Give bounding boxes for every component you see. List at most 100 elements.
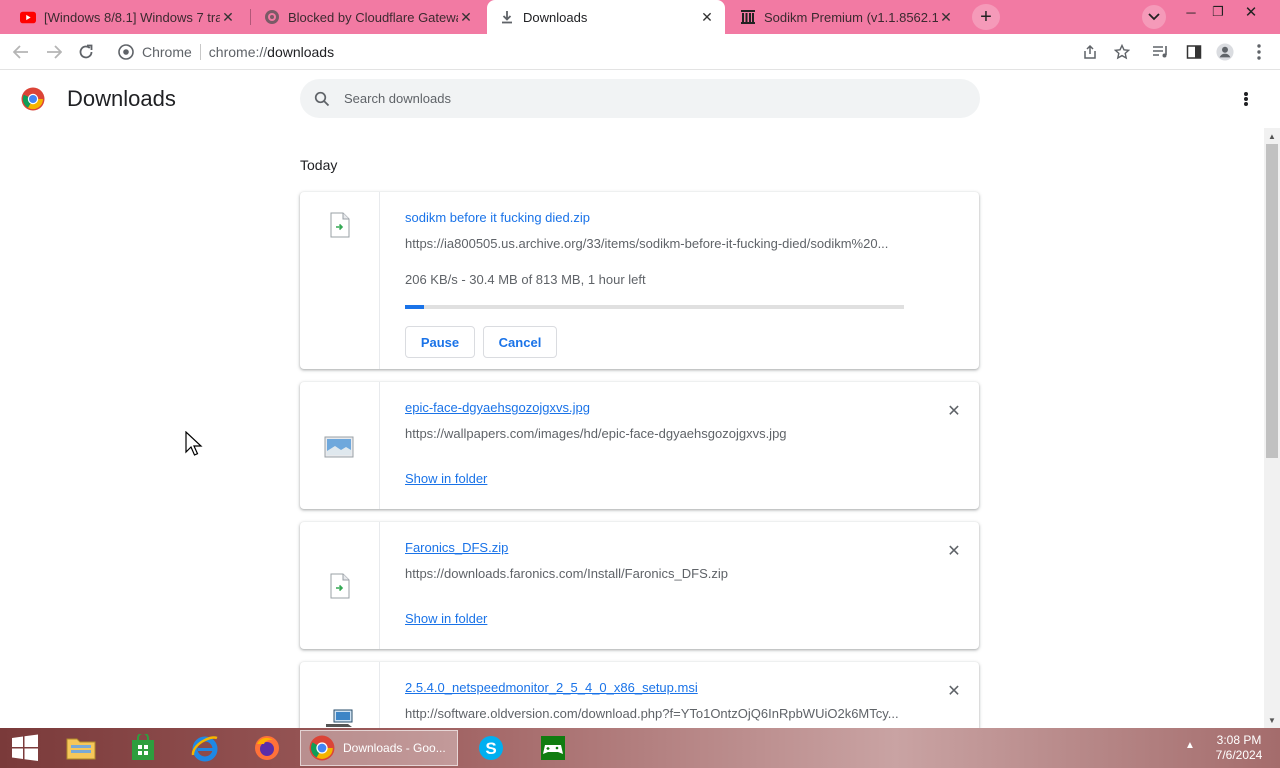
file-name[interactable]: epic-face-dgyaehsgozojgxvs.jpg: [405, 400, 590, 415]
close-icon[interactable]: ✕: [699, 9, 715, 25]
cancel-button[interactable]: Cancel: [483, 326, 557, 358]
search-input[interactable]: [344, 91, 944, 106]
taskbar-clock[interactable]: 3:08 PM 7/6/2024: [1204, 733, 1274, 763]
pause-button[interactable]: Pause: [405, 326, 475, 358]
tab-downloads[interactable]: Downloads ✕: [487, 0, 725, 34]
side-panel-button[interactable]: [1185, 43, 1203, 61]
page-menu-button[interactable]: [1238, 89, 1254, 109]
file-icon-column: [300, 192, 380, 369]
file-name[interactable]: sodikm before it fucking died.zip: [405, 210, 590, 225]
file-icon-column: [300, 662, 380, 728]
remove-from-list-button[interactable]: ✕: [944, 681, 964, 701]
archive-org-icon: [740, 9, 756, 25]
browser-menu-button[interactable]: [1250, 43, 1268, 61]
download-item: 2.5.4.0_netspeedmonitor_2_5_4_0_x86_setu…: [300, 662, 979, 728]
restore-button[interactable]: ❐: [1203, 0, 1233, 24]
taskbar-xbox[interactable]: [530, 730, 576, 766]
close-icon[interactable]: ✕: [458, 9, 474, 25]
search-icon: [314, 91, 330, 106]
tab-title: Sodikm Premium (v1.1.8562.199: [764, 9, 938, 25]
source-url[interactable]: https://ia800505.us.archive.org/33/items…: [405, 236, 888, 251]
new-tab-button[interactable]: +: [972, 4, 1000, 30]
tab-strip: [Windows 8/8.1] Windows 7 tran ✕ Blocked…: [0, 0, 1280, 34]
file-icon-column: [300, 522, 380, 649]
show-in-folder-link[interactable]: Show in folder: [405, 471, 487, 486]
tab-title: [Windows 8/8.1] Windows 7 tran: [44, 9, 220, 25]
remove-from-list-button[interactable]: ✕: [944, 541, 964, 561]
taskbar-store[interactable]: [120, 730, 166, 766]
show-in-folder-link[interactable]: Show in folder: [405, 611, 487, 626]
close-icon: ✕: [947, 683, 961, 700]
download-item: Faronics_DFS.zip https://downloads.faron…: [300, 522, 979, 649]
omnibox-divider: [199, 44, 201, 60]
address-bar[interactable]: Chrome chrome://downloads: [110, 37, 1144, 67]
bookmark-button[interactable]: [1113, 43, 1131, 61]
tab-cloudflare[interactable]: Blocked by Cloudflare Gateway ✕: [252, 0, 484, 34]
firefox-icon: [255, 736, 279, 760]
chrome-logo-icon: [21, 87, 45, 111]
reload-icon: [79, 44, 93, 59]
skype-icon: S: [479, 736, 503, 760]
youtube-icon: [20, 9, 36, 25]
kebab-menu-icon: [1257, 44, 1261, 60]
media-controls-button[interactable]: [1152, 43, 1170, 61]
profile-button[interactable]: [1216, 43, 1234, 61]
taskbar-chrome-downloads[interactable]: Downloads - Goo...: [300, 730, 458, 766]
file-name[interactable]: Faronics_DFS.zip: [405, 540, 508, 555]
url-path: downloads: [267, 44, 335, 60]
tab-search-button[interactable]: [1142, 5, 1166, 29]
zip-file-icon: [328, 212, 352, 238]
close-icon[interactable]: ✕: [220, 9, 236, 25]
zip-file-icon: [328, 573, 352, 599]
svg-text:S: S: [485, 739, 496, 758]
window-close-button[interactable]: ✕: [1236, 0, 1266, 24]
source-url[interactable]: https://wallpapers.com/images/hd/epic-fa…: [405, 426, 787, 441]
site-label: Chrome: [142, 44, 192, 60]
download-icon: [499, 9, 515, 25]
forward-button[interactable]: [41, 40, 67, 64]
tab-separator: [250, 9, 251, 25]
file-name[interactable]: 2.5.4.0_netspeedmonitor_2_5_4_0_x86_setu…: [405, 680, 698, 695]
chevron-down-icon: [1148, 13, 1160, 21]
taskbar-firefox[interactable]: [244, 730, 290, 766]
source-url[interactable]: http://software.oldversion.com/download.…: [405, 706, 899, 721]
close-icon: ✕: [947, 543, 961, 560]
arrow-left-icon: [13, 45, 28, 59]
search-box[interactable]: [300, 79, 980, 118]
taskbar-internet-explorer[interactable]: [182, 730, 228, 766]
download-item: epic-face-dgyaehsgozojgxvs.jpg https://w…: [300, 382, 979, 509]
chrome-site-icon: [118, 44, 134, 63]
back-button[interactable]: [8, 40, 34, 64]
page-title: Downloads: [67, 86, 176, 111]
minimize-button[interactable]: ─: [1176, 0, 1206, 24]
share-button[interactable]: [1081, 43, 1099, 61]
scroll-up-arrow-icon[interactable]: ▲: [1264, 129, 1280, 143]
globe-icon: [264, 9, 280, 25]
reload-button[interactable]: [73, 40, 99, 64]
installer-file-icon: [324, 708, 356, 728]
share-icon: [1084, 44, 1096, 59]
arrow-right-icon: [47, 45, 62, 59]
tab-youtube[interactable]: [Windows 8/8.1] Windows 7 tran ✕: [8, 0, 246, 34]
scrollbar-thumb[interactable]: [1266, 144, 1278, 458]
scroll-down-arrow-icon[interactable]: ▼: [1264, 713, 1280, 727]
start-button[interactable]: [2, 730, 48, 766]
show-hidden-icons-button[interactable]: ▲: [1185, 740, 1195, 751]
taskbar-file-explorer[interactable]: [58, 730, 104, 766]
mouse-cursor-icon: [185, 430, 203, 457]
close-icon[interactable]: ✕: [938, 9, 954, 25]
side-panel-icon: [1186, 45, 1202, 59]
remove-from-list-button[interactable]: ✕: [944, 401, 964, 421]
clock-date: 7/6/2024: [1215, 748, 1263, 762]
playlist-icon: [1153, 46, 1167, 58]
browser-toolbar: Chrome chrome://downloads: [0, 34, 1280, 70]
source-url[interactable]: https://downloads.faronics.com/Install/F…: [405, 566, 728, 581]
windows-logo-icon: [12, 734, 38, 761]
page-scrollbar[interactable]: ▲ ▼: [1264, 128, 1280, 728]
tab-sodikm[interactable]: Sodikm Premium (v1.1.8562.199 ✕: [728, 0, 964, 34]
tab-title: Blocked by Cloudflare Gateway: [288, 9, 458, 25]
file-icon-column: [300, 382, 380, 509]
progress-fill: [405, 305, 424, 309]
avatar-icon: [1216, 43, 1234, 61]
taskbar-skype[interactable]: S: [468, 730, 514, 766]
